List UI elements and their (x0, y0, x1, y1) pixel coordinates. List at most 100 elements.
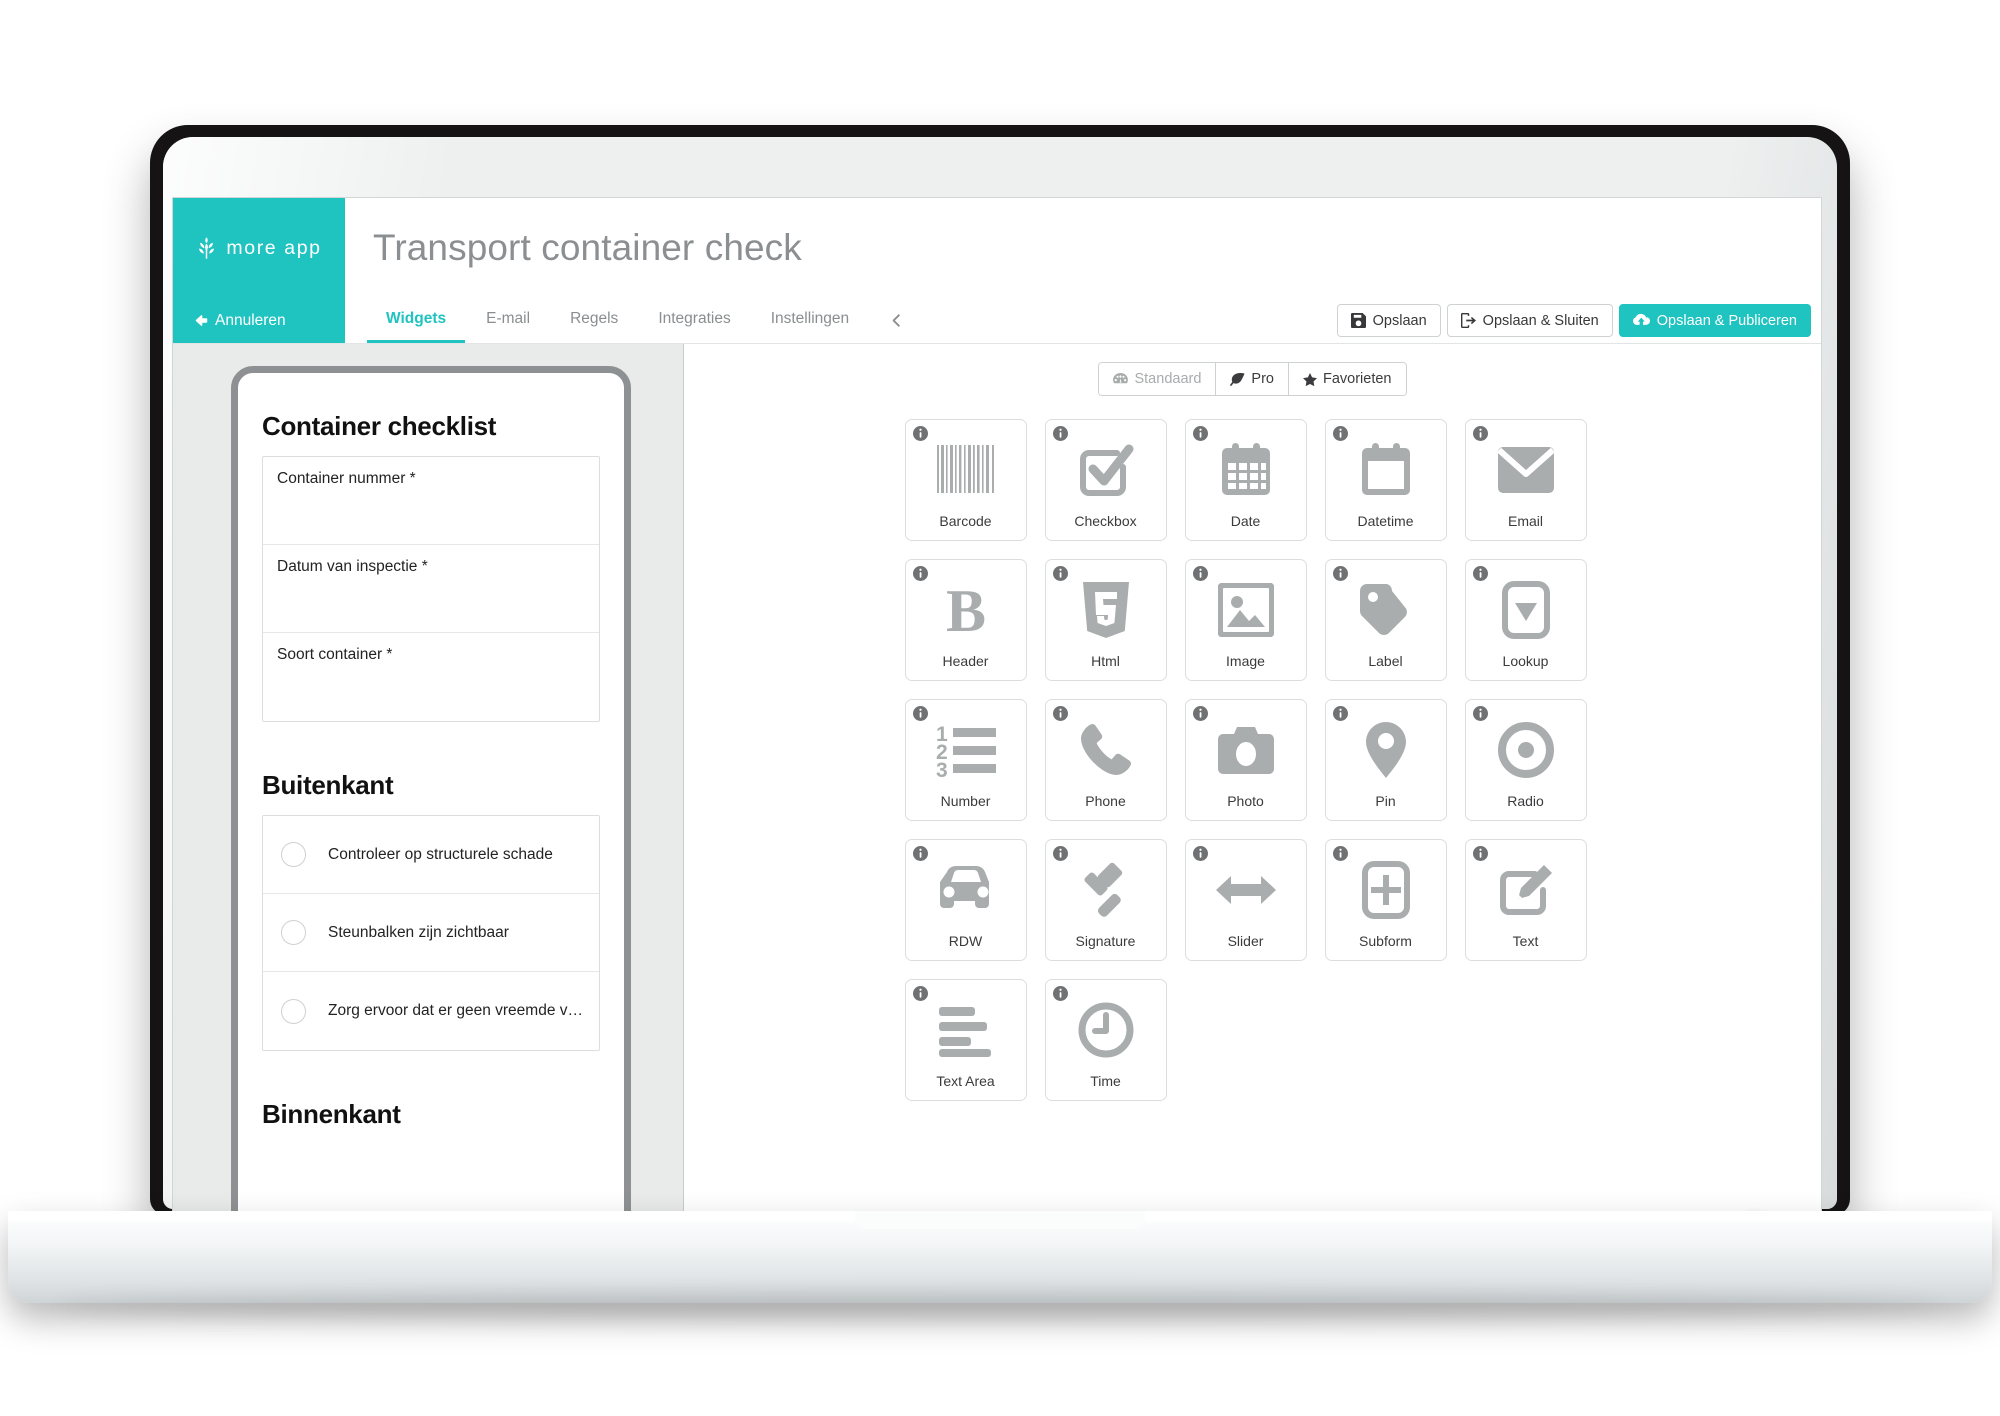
info-circle-icon[interactable] (912, 846, 928, 861)
laptop-base-shadow (58, 1293, 1942, 1321)
widget-card-checkbox[interactable]: Checkbox (1044, 419, 1167, 541)
widget-label: Pin (1375, 793, 1396, 809)
checklist-item-label: Zorg ervoor dat er geen vreemde voorwerp… (328, 1002, 585, 1019)
info-circle-icon[interactable] (1332, 846, 1348, 861)
widget-card-number[interactable]: 1 2 3 Number (904, 699, 1027, 821)
info-circle-icon[interactable] (1052, 566, 1068, 581)
nav-bar: Annuleren Widgets E-mail Regels Integrat… (173, 298, 1821, 344)
save-button[interactable]: Opslaan (1336, 304, 1441, 337)
svg-text:B: B (945, 581, 985, 639)
widget-card-phone[interactable]: Phone (1044, 699, 1167, 821)
tab-widgets[interactable]: Widgets (367, 298, 466, 343)
sign-out-icon (1460, 313, 1476, 328)
info-circle-icon[interactable] (1472, 706, 1488, 721)
info-circle-icon[interactable] (1052, 846, 1068, 861)
radio-button-icon[interactable] (281, 920, 306, 945)
laptop-mockup: more app Transport container check Annul… (8, 125, 1992, 1321)
widget-card-email[interactable]: Email (1464, 419, 1587, 541)
widget-card-signature[interactable]: Signature (1044, 839, 1167, 961)
section-title-buitenkant: Buitenkant (262, 770, 394, 800)
tab-instellingen[interactable]: Instellingen (752, 298, 868, 343)
widget-card-lookup[interactable]: Lookup (1464, 559, 1587, 681)
widget-card-date[interactable]: Date (1184, 419, 1307, 541)
widget-card-barcode[interactable]: Barcode (904, 419, 1027, 541)
widget-card-image[interactable]: Image (1184, 559, 1307, 681)
info-circle-icon[interactable] (1192, 566, 1208, 581)
save-and-close-button[interactable]: Opslaan & Sluiten (1446, 304, 1613, 337)
info-circle-icon[interactable] (912, 426, 928, 441)
widget-grid: Barcode Checkbox Date Datetime Email B H… (883, 419, 1623, 1101)
widget-label: Number (940, 793, 991, 809)
info-circle-icon[interactable] (1472, 566, 1488, 581)
header-actions: Opslaan Opslaan & Sluiten Opslaan & Publ… (1336, 298, 1821, 343)
info-circle-icon[interactable] (1052, 986, 1068, 1001)
cloud-upload-icon (1632, 313, 1650, 325)
radio-button-icon[interactable] (281, 998, 306, 1024)
info-circle-icon[interactable] (912, 706, 928, 721)
info-circle-icon[interactable] (1052, 426, 1068, 441)
widget-card-html[interactable]: Html (1044, 559, 1167, 681)
widget-card-slider[interactable]: Slider (1184, 839, 1307, 961)
save-and-publish-button[interactable]: Opslaan & Publiceren (1618, 304, 1811, 337)
widget-card-subform[interactable]: Subform (1324, 839, 1447, 961)
checklist-item[interactable]: Controleer op structurele schade (263, 816, 599, 894)
widget-label: Signature (1075, 933, 1136, 949)
info-circle-icon[interactable] (1192, 426, 1208, 441)
device-preview-frame: Container checklist Container nummer * D… (231, 366, 631, 1297)
filter-pro-button[interactable]: Pro (1216, 363, 1289, 395)
field-container-nummer[interactable]: Container nummer * (263, 457, 599, 545)
field-soort-container[interactable]: Soort container * (263, 633, 599, 721)
info-circle-icon[interactable] (1192, 846, 1208, 861)
checklist-item[interactable]: Zorg ervoor dat er geen vreemde voorwerp… (263, 972, 599, 1050)
checklist-item[interactable]: Steunbalken zijn zichtbaar (263, 894, 599, 972)
wheat-sprig-icon (199, 237, 215, 259)
tab-integraties[interactable]: Integraties (639, 298, 749, 343)
widget-palette-pane: Standaard Pro Favorieten Barcode Checkbo… (684, 344, 1821, 1297)
widget-card-photo[interactable]: Photo (1184, 699, 1307, 821)
star-icon (1303, 372, 1317, 386)
info-circle-icon[interactable] (912, 566, 928, 581)
info-circle-icon[interactable] (1332, 566, 1348, 581)
widget-card-pin[interactable]: Pin (1324, 699, 1447, 821)
info-circle-icon[interactable] (1332, 426, 1348, 441)
tab-regels[interactable]: Regels (551, 298, 637, 343)
info-circle-icon[interactable] (912, 986, 928, 1001)
widget-card-text-area[interactable]: Text Area (904, 979, 1027, 1101)
nav-tabs: Widgets E-mail Regels Integraties Instel… (345, 298, 868, 343)
tab-email[interactable]: E-mail (467, 298, 549, 343)
widget-card-datetime[interactable]: Datetime (1324, 419, 1447, 541)
collapse-nav-button[interactable] (868, 298, 919, 343)
brand-logo-block[interactable]: more app (173, 198, 345, 298)
widget-filter-group: Standaard Pro Favorieten (1098, 362, 1407, 396)
field-datum-van-inspectie[interactable]: Datum van inspectie * (263, 545, 599, 633)
info-circle-icon[interactable] (1472, 846, 1488, 861)
page-title: Transport container check (373, 227, 802, 268)
chevron-left-icon (892, 314, 900, 327)
info-circle-icon[interactable] (1192, 706, 1208, 721)
widget-label: Slider (1227, 933, 1264, 949)
widget-label: RDW (948, 933, 983, 949)
checklist-item-label: Steunbalken zijn zichtbaar (328, 923, 509, 941)
widget-label: Text Area (936, 1073, 995, 1089)
brand-name: more app (226, 236, 322, 259)
info-circle-icon[interactable] (1332, 706, 1348, 721)
filter-favorieten-button[interactable]: Favorieten (1288, 363, 1406, 395)
widget-card-label[interactable]: Label (1324, 559, 1447, 681)
info-circle-icon[interactable] (1472, 426, 1488, 441)
widget-label: Phone (1085, 793, 1126, 809)
widget-card-text[interactable]: Text (1464, 839, 1587, 961)
widget-card-header[interactable]: B Header (904, 559, 1027, 681)
svg-text:3: 3 (936, 759, 948, 778)
field-label: Container nummer * (277, 470, 416, 487)
filter-standaard-button[interactable]: Standaard (1099, 363, 1217, 395)
app-header: more app Transport container check (173, 198, 1821, 298)
widget-label: Label (1368, 653, 1403, 669)
cancel-button[interactable]: Annuleren (173, 298, 345, 343)
widget-card-rdw[interactable]: RDW (904, 839, 1027, 961)
widget-card-radio[interactable]: Radio (1464, 699, 1587, 821)
widget-label: Radio (1507, 793, 1544, 809)
info-circle-icon[interactable] (1052, 706, 1068, 721)
laptop-base-notch (855, 1211, 1145, 1229)
radio-button-icon[interactable] (281, 842, 306, 867)
widget-card-time[interactable]: Time (1044, 979, 1167, 1101)
